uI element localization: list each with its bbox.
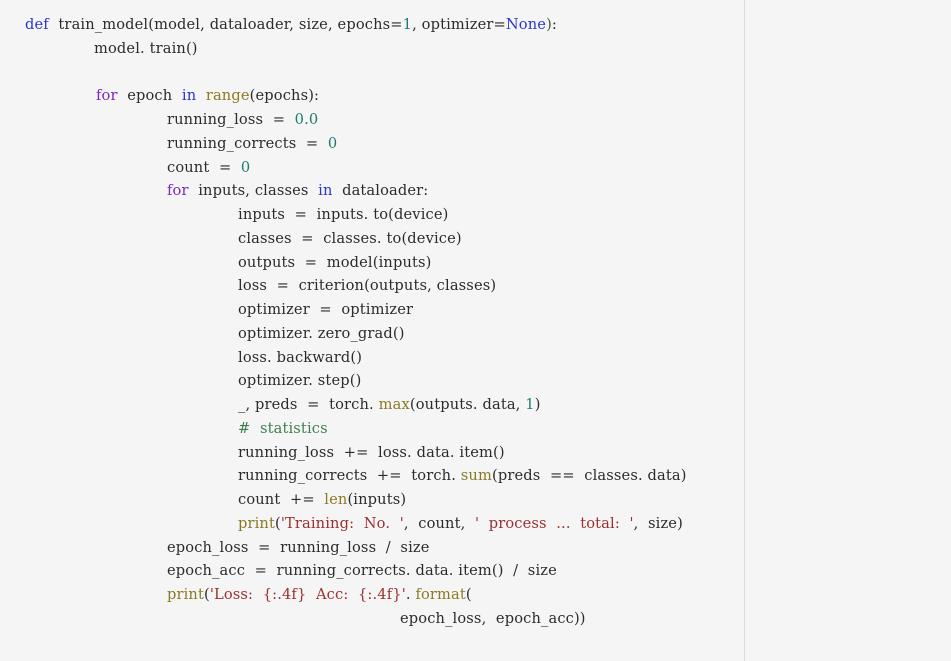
code-line[interactable]: running_loss += loss. data. item(): [0, 441, 951, 465]
code-token: train_model: [58, 16, 149, 33]
code-line[interactable]: # statistics: [0, 417, 951, 441]
code-line[interactable]: count += len(inputs): [0, 488, 951, 512]
code-token: (inputs): [347, 491, 407, 508]
code-token: , count,: [403, 514, 475, 532]
code-token: optimizer. step(): [238, 372, 362, 390]
code-token: (: [465, 586, 472, 603]
code-line[interactable]: for epoch in range(epochs):: [0, 84, 951, 108]
code-token: outputs = model(inputs): [238, 253, 432, 271]
code-line[interactable]: print ( 'Loss: {:.4f} Acc: {:.4f}'. format…: [0, 583, 951, 607]
code-line[interactable]: count = 0: [0, 156, 951, 180]
code-token: count =: [167, 158, 241, 176]
code-line[interactable]: outputs = model(inputs): [0, 251, 951, 275]
code-token: None: [505, 16, 547, 33]
code-line[interactable]: _, preds = torch. max(outputs. data, 1): [0, 393, 951, 417]
code-token: , size): [633, 514, 683, 532]
code-token: optimizer = optimizer: [238, 301, 414, 318]
code-token: model. train(): [94, 39, 198, 57]
code-token: running_corrects += torch.: [238, 467, 461, 485]
code-token: range: [205, 87, 250, 105]
code-token: epoch: [117, 87, 182, 105]
code-token: print: [167, 586, 204, 603]
code-token: epoch_loss, epoch_acc)): [400, 609, 586, 627]
code-line[interactable]: loss. backward(): [0, 346, 951, 370]
code-token: in: [181, 87, 197, 105]
code-token: loss. backward(): [238, 348, 363, 366]
code-line[interactable]: for inputs, classes in dataloader:: [0, 179, 951, 203]
code-token: running_corrects =: [167, 134, 328, 152]
code-line[interactable]: running_corrects = 0: [0, 132, 951, 156]
code-token: _, preds = torch.: [238, 396, 379, 413]
code-line[interactable]: epoch_acc = running_corrects. data. item…: [0, 559, 951, 583]
code-token: .: [405, 586, 416, 603]
code-token: loss = criterion(outputs, classes): [238, 277, 497, 295]
code-token: format: [415, 586, 466, 603]
code-token: 1: [402, 16, 413, 33]
code-token: (epochs):: [249, 87, 320, 105]
code-token: 'Loss: {:.4f} Acc: {:.4f}': [209, 586, 406, 603]
code-token: :: [551, 16, 557, 33]
code-token: len: [324, 491, 348, 508]
code-line[interactable]: def train_model(model, dataloader, size,…: [0, 13, 951, 37]
code-token: epoch_loss = running_loss / size: [167, 538, 430, 556]
code-line[interactable]: epoch_loss = running_loss / size: [0, 536, 951, 560]
code-token: for: [167, 182, 189, 200]
code-token: # statistics: [238, 419, 328, 437]
code-token: (outputs. data,: [409, 396, 526, 413]
code-token: 1: [525, 396, 535, 413]
code-token: 0: [327, 134, 338, 152]
code-line[interactable]: print('Training: No. ', count, ' process…: [0, 512, 951, 536]
code-line[interactable]: [0, 61, 951, 85]
code-token: count +=: [238, 491, 325, 508]
code-token: running_loss += loss. data. item(): [238, 443, 505, 461]
code-line[interactable]: optimizer. zero_grad(): [0, 322, 951, 346]
code-token: dataloader:: [332, 182, 429, 200]
code-line[interactable]: running_corrects += torch. sum(preds == …: [0, 464, 951, 488]
code-line[interactable]: optimizer. step(): [0, 369, 951, 393]
code-token: print: [238, 514, 275, 532]
code-line[interactable]: classes = classes. to(device): [0, 227, 951, 251]
code-token: running_loss =: [167, 111, 295, 128]
code-token: ): [534, 396, 541, 413]
code-token: classes = classes. to(device): [238, 229, 462, 247]
code-token: inputs = inputs. to(device): [238, 206, 449, 223]
code-token: 0: [240, 158, 251, 176]
code-token: , optimizer=: [412, 16, 506, 33]
code-token: def: [25, 16, 49, 33]
code-block[interactable]: def train_model(model, dataloader, size,…: [0, 13, 951, 631]
code-token: sum: [460, 467, 492, 485]
code-line[interactable]: epoch_loss, epoch_acc)): [0, 607, 951, 631]
code-token: (preds == classes. data): [491, 467, 687, 485]
code-token: 0.0: [294, 111, 319, 128]
code-token: in: [318, 182, 333, 200]
code-line[interactable]: loss = criterion(outputs, classes): [0, 274, 951, 298]
code-token: max: [378, 396, 410, 413]
code-line[interactable]: inputs = inputs. to(device): [0, 203, 951, 227]
code-line[interactable]: running_loss = 0.0: [0, 108, 951, 132]
code-token: epoch_acc = running_corrects. data. item…: [167, 562, 557, 580]
code-line[interactable]: model. train(): [0, 37, 951, 61]
code-token: 'Training: No. ': [280, 514, 404, 532]
code-line[interactable]: optimizer = optimizer: [0, 298, 951, 322]
code-editor-screenshot: def train_model(model, dataloader, size,…: [0, 0, 951, 661]
code-token: optimizer. zero_grad(): [238, 324, 405, 342]
code-token: (model, dataloader, size, epochs=: [148, 16, 403, 33]
code-token: ' process ... total: ': [474, 514, 634, 532]
code-token: inputs, classes: [188, 182, 319, 200]
code-token: for: [96, 87, 118, 105]
